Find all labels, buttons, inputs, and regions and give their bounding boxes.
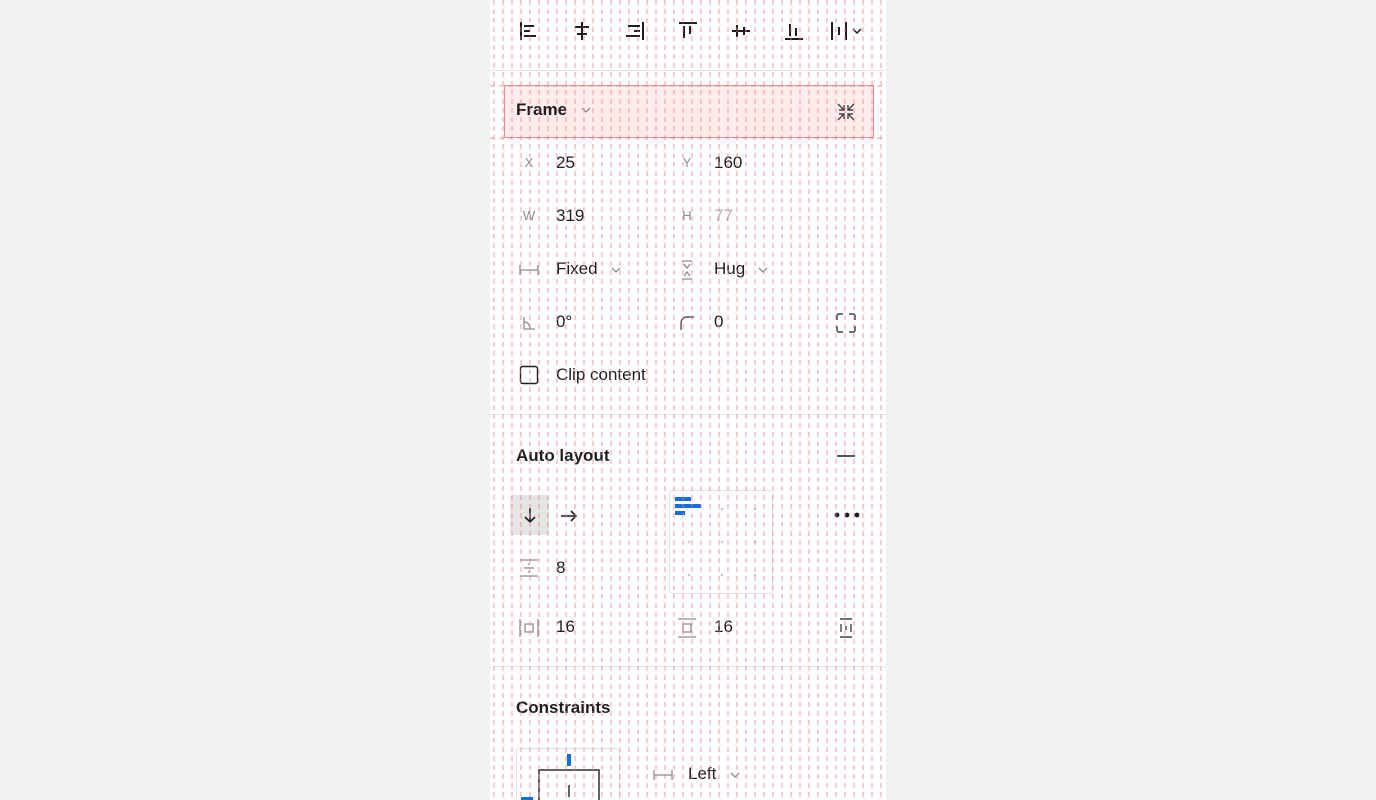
horizontal-constraint-select[interactable]: Left — [688, 764, 716, 784]
chevron-down-icon[interactable] — [579, 103, 593, 117]
collapse-frame-icon[interactable] — [832, 98, 860, 126]
x-label: X — [524, 155, 534, 170]
direction-vertical-button[interactable] — [510, 495, 549, 535]
w-label: W — [522, 208, 536, 223]
align-top-icon[interactable] — [673, 16, 703, 46]
frame-title[interactable]: Frame — [516, 100, 567, 120]
more-options-icon[interactable] — [832, 504, 862, 526]
individual-padding-icon[interactable] — [834, 616, 858, 640]
chevron-down-icon[interactable] — [756, 263, 770, 277]
horizontal-constraint-icon — [651, 764, 675, 786]
direction-horizontal-button[interactable] — [555, 505, 583, 527]
rotation-input[interactable]: 0° — [556, 312, 572, 332]
width-input[interactable]: 319 — [556, 206, 584, 226]
chevron-down-icon[interactable] — [609, 263, 623, 277]
divider — [490, 666, 886, 667]
alignment-grid[interactable] — [669, 490, 773, 594]
h-label: H — [682, 208, 692, 223]
constraints-title: Constraints — [516, 698, 611, 717]
constraints-widget[interactable] — [516, 748, 620, 800]
align-vertical-center-icon[interactable] — [726, 16, 756, 46]
vertical-gap-icon — [517, 556, 541, 580]
rotation-icon — [518, 312, 540, 334]
divider — [490, 414, 886, 415]
y-input[interactable]: 160 — [714, 153, 742, 173]
align-right-icon[interactable] — [620, 16, 650, 46]
clip-content-checkbox[interactable] — [518, 364, 540, 386]
align-left-icon[interactable] — [514, 16, 544, 46]
horizontal-padding-icon — [517, 616, 541, 640]
design-panel: Frame X 25 Y 160 W 319 H 77 Fixed Hug 0°… — [490, 0, 886, 800]
independent-corners-icon[interactable] — [833, 310, 859, 336]
width-mode-select[interactable]: Fixed — [556, 259, 598, 279]
horizontal-resizing-icon — [517, 259, 541, 281]
align-horizontal-center-icon[interactable] — [567, 16, 597, 46]
corner-radius-icon — [676, 312, 698, 334]
x-input[interactable]: 25 — [556, 153, 575, 173]
height-mode-select[interactable]: Hug — [714, 259, 745, 279]
auto-layout-title: Auto layout — [516, 446, 610, 465]
vertical-padding-icon — [675, 616, 699, 640]
align-bottom-icon[interactable] — [779, 16, 809, 46]
remove-auto-layout-icon[interactable] — [834, 446, 858, 466]
gap-input[interactable]: 8 — [556, 558, 565, 578]
corner-radius-input[interactable]: 0 — [714, 312, 723, 332]
y-label: Y — [682, 155, 692, 170]
height-input[interactable]: 77 — [714, 206, 733, 226]
chevron-down-icon[interactable] — [728, 768, 742, 782]
divider — [490, 70, 886, 71]
horizontal-padding-input[interactable]: 16 — [556, 617, 575, 637]
clip-content-label: Clip content — [556, 365, 646, 384]
vertical-resizing-icon — [676, 258, 698, 282]
vertical-padding-input[interactable]: 16 — [714, 617, 733, 637]
distribute-spacing-icon[interactable] — [827, 16, 869, 46]
